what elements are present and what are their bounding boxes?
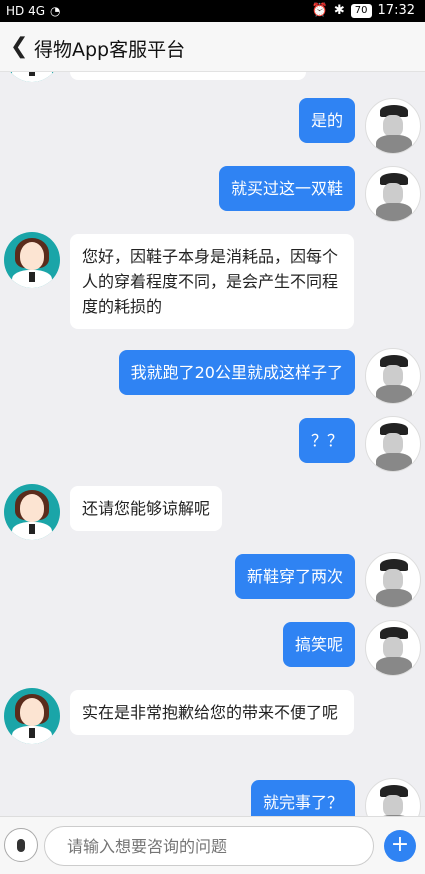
agent-avatar — [4, 484, 60, 540]
chat-bubble-user: 搞笑呢 — [282, 622, 355, 667]
user-avatar — [365, 552, 421, 608]
bluetooth-icon: ✱ — [333, 3, 345, 18]
user-avatar — [365, 348, 421, 404]
chat-bubble-agent-partial — [70, 72, 306, 80]
chat-bubble-user: 就完事了？ — [250, 780, 355, 816]
chat-bubble-user: 新鞋穿了两次 — [234, 554, 355, 599]
chat-bubble-user: ？？ — [298, 418, 355, 463]
status-right: ⏰ ✱ 70 17:32 — [312, 3, 415, 18]
chat-bubble-agent: 还请您能够谅解呢 — [70, 486, 223, 531]
user-avatar — [365, 416, 421, 472]
back-icon[interactable]: ❮ — [10, 34, 28, 59]
chat-bubble-agent: 实在是非常抱歉给您的带来不便了呢 — [70, 690, 354, 735]
chat-bubble-user: 是的 — [298, 98, 355, 143]
message-input[interactable] — [44, 826, 374, 866]
agent-avatar — [4, 72, 60, 82]
status-bar: HD 4G ◔ ⏰ ✱ 70 17:32 — [0, 0, 425, 22]
add-icon[interactable]: + — [384, 830, 416, 862]
clock: 17:32 — [377, 3, 415, 18]
agent-avatar — [4, 688, 60, 744]
app-header: ❮ 得物App客服平台 — [0, 22, 425, 72]
agent-avatar — [4, 232, 60, 288]
wifi-icon: ◔ — [50, 4, 61, 18]
user-avatar — [365, 620, 421, 676]
chat-bubble-agent: 您好，因鞋子本身是消耗品，因每个人的穿着程度不同，是会产生不同程度的耗损的 — [70, 234, 354, 329]
status-left: HD 4G ◔ — [6, 4, 61, 18]
alarm-icon: ⏰ — [311, 3, 328, 18]
user-avatar — [365, 166, 421, 222]
network-indicator: HD 4G — [6, 4, 46, 18]
battery-indicator: 70 — [350, 3, 372, 18]
user-avatar — [365, 98, 421, 154]
chat-area[interactable]: 是的 就买过这一双鞋 您好，因鞋子本身是消耗品，因每个人的穿着程度不同，是会产生… — [0, 72, 425, 816]
microphone-icon[interactable] — [4, 828, 38, 862]
chat-bubble-user: 我就跑了20公里就成这样子了 — [118, 350, 355, 395]
page-title: 得物App客服平台 — [34, 39, 186, 61]
user-avatar — [365, 778, 421, 816]
input-bar: + — [0, 816, 425, 874]
chat-bubble-user: 就买过这一双鞋 — [218, 166, 355, 211]
